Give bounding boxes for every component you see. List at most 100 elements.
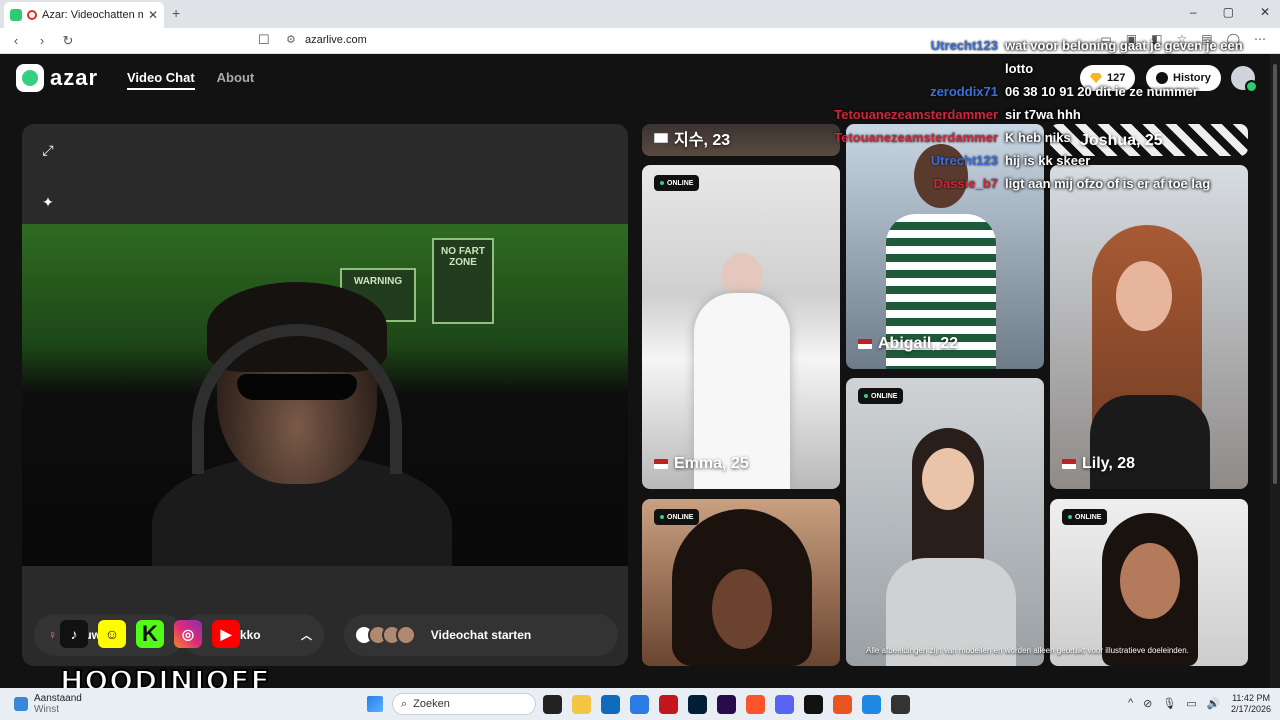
instagram-icon: ◎ [174,620,202,648]
maximize-icon[interactable]: ▢ [1223,5,1234,19]
main-nav: Video Chat About [127,70,254,90]
photoshop-icon[interactable] [688,695,707,714]
url-field[interactable]: azarlive.com [305,34,367,46]
browser-tab-bar: Azar: Videochatten met nieu… ✕ + – ▢ ✕ [0,0,1280,28]
capcut-icon[interactable] [804,695,823,714]
chevron-up-icon[interactable]: ^ [1128,697,1133,710]
sunglasses [237,374,357,400]
profile-name: Lily, 28 [1062,455,1135,473]
app-icon[interactable] [833,695,852,714]
start-videochat-button[interactable]: Videochat starten [344,614,618,656]
page-scrollbar[interactable] [1270,54,1280,688]
person-photo [722,253,762,295]
expand-icon[interactable]: ⤢ [36,138,60,162]
close-icon[interactable]: ✕ [1260,5,1270,19]
taskbar-clock[interactable]: 11:42 PM 2/17/2026 [1231,693,1271,715]
streamer-socials: ♪ ☺ K ◎ ▶ [60,620,240,648]
search-icon: ⌕ [401,697,408,710]
store-icon[interactable] [601,695,620,714]
window-controls: – ▢ ✕ [1190,5,1270,19]
avatar-stack [354,625,416,645]
task-view-icon[interactable] [543,695,562,714]
weather-title: Aanstaand [34,693,82,704]
acrobat-icon[interactable] [659,695,678,714]
chat-message: Dassie_b7 ligt aan mij ofzo of is er af t… [933,176,1211,191]
chat-message: Utrecht123 hij is kk skeer [930,153,1091,168]
discord-icon[interactable] [775,695,794,714]
microphone-icon[interactable]: 🎙 [1162,697,1176,710]
chat-message: zeroddix71 06 38 10 91 20 dit ie ze numme… [930,84,1198,99]
display-icon[interactable]: ▭ [1186,697,1196,710]
webcam-video: WARNING NO FART ZONE [22,224,628,566]
flag-us-icon [654,459,668,469]
no-fart-zone-sign: NO FART ZONE [432,238,494,324]
chat-message: Tetouanezeamsterdammer sir t7wa hhh [834,107,1081,122]
taskbar-apps [543,695,910,714]
tab-title: Azar: Videochatten met nieu… [42,9,143,21]
online-badge: ONLINE [654,509,700,525]
profile-name: Abigail, 22 [858,335,958,353]
nav-video-chat[interactable]: Video Chat [127,70,195,90]
youtube-icon: ▶ [212,620,240,648]
minimize-icon[interactable]: – [1190,5,1197,19]
scrollbar-thumb[interactable] [1273,64,1277,484]
app-icon[interactable] [862,695,881,714]
weather-widget[interactable]: Aanstaand Winst [14,693,82,715]
bookmark-icon[interactable]: ☐ [258,32,270,48]
file-explorer-icon[interactable] [572,695,591,714]
flag-kr-icon [654,133,668,143]
browser-tab[interactable]: Azar: Videochatten met nieu… ✕ [4,2,164,28]
taskbar-search[interactable]: ⌕ Zoeken [392,693,536,715]
azar-logo[interactable]: azar [16,64,98,92]
weather-icon [14,697,28,711]
volume-icon[interactable]: 🔊 [1207,697,1221,710]
tiktok-icon: ♪ [60,620,88,648]
logo-wordmark: azar [50,65,99,90]
premiere-icon[interactable] [717,695,736,714]
magic-wand-icon[interactable]: ✦ [36,190,60,214]
weather-subtitle: Winst [34,704,59,715]
online-badge: ONLINE [654,175,700,191]
outlook-icon[interactable] [630,695,649,714]
chat-message: Utrecht123 wat voor beloning gaat je geve… [930,38,1243,53]
video-panel: ⤢ ✦ ☺ WARNING NO FART ZONE ♀ Vrouwelijk … [22,124,628,666]
azar-logo-icon [16,64,44,92]
profile-card[interactable]: ONLINE [1050,499,1248,666]
reload-icon[interactable]: ↻ [58,33,78,49]
chevron-up-icon: ︿ [301,630,312,642]
stream-chat-overlay: Utrecht123 wat voor beloning gaat je geve… [830,34,1270,195]
site-info-icon[interactable]: ⚙ [286,33,296,46]
nav-about[interactable]: About [217,70,255,90]
close-tab-icon[interactable]: ✕ [148,8,158,22]
profile-card[interactable]: ONLINE Emma, 25 [642,165,840,489]
profile-card[interactable]: ONLINE [642,499,840,666]
online-badge: ONLINE [858,388,904,404]
profile-name: 지수, 23 [654,126,730,150]
network-icon[interactable]: ⊘ [1143,697,1152,710]
flag-us-icon [858,339,872,349]
search-placeholder: Zoeken [413,698,450,710]
kick-icon: K [136,620,164,648]
time: 11:42 PM [1232,693,1270,703]
back-icon[interactable]: ‹ [6,33,26,48]
model-disclaimer: Alle afbeeldingen zijn van modellen en w… [866,646,1189,655]
profile-card[interactable]: 지수, 23 [642,124,840,156]
date: 2/17/2026 [1231,704,1272,714]
flag-us-icon [1062,459,1076,469]
windows-start-icon[interactable] [367,696,383,712]
system-tray: ^ ⊘ 🎙 ▭ 🔊 [1128,697,1220,710]
brave-icon[interactable] [746,695,765,714]
new-tab-icon[interactable]: + [172,5,180,21]
forward-icon[interactable]: › [32,33,52,48]
azar-favicon-icon [10,9,22,21]
start-label: Videochat starten [430,628,532,642]
recording-icon [27,10,37,20]
online-badge: ONLINE [1062,509,1108,525]
obs-icon[interactable] [891,695,910,714]
chat-message: Tetouanezeamsterdammer K heb niks [834,130,1071,145]
female-icon: ♀ [48,628,57,642]
profile-card[interactable]: ONLINE [846,378,1044,666]
profile-card[interactable]: Lily, 28 [1050,165,1248,489]
snapchat-icon: ☺ [98,620,126,648]
chat-message: lotto [1005,61,1034,76]
